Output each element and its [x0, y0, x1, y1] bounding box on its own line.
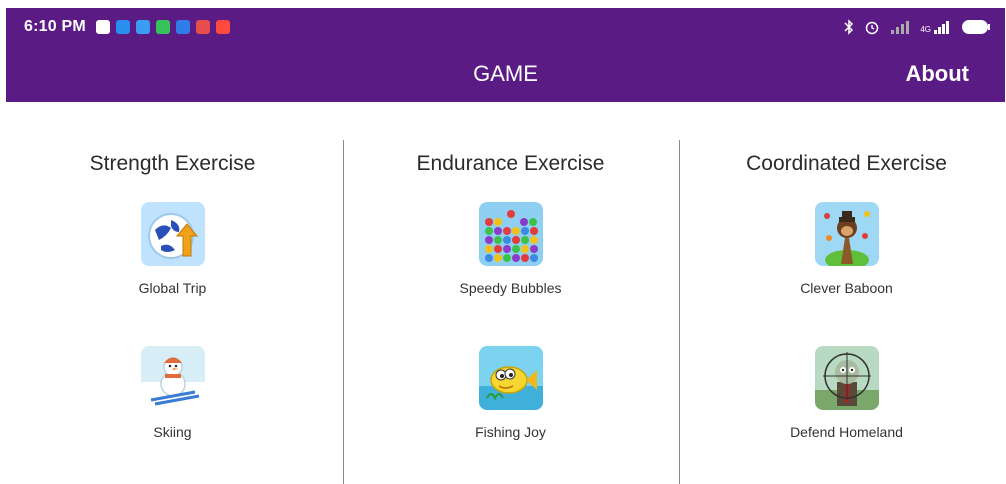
game-item-defend-homeland[interactable]: Defend Homeland — [680, 346, 1006, 440]
zombie-target-icon — [814, 346, 879, 410]
game-label: Defend Homeland — [790, 424, 903, 440]
about-button[interactable]: About — [905, 46, 969, 102]
bluetooth-icon — [844, 19, 854, 35]
message-icon — [95, 20, 110, 34]
chart-icon — [195, 20, 210, 34]
game-item-skiing[interactable]: Skiing — [6, 346, 339, 440]
tv-icon — [135, 20, 150, 34]
column-coordinated: Coordinated Exercise Clever Baboon Defen… — [680, 102, 1006, 484]
taobao-icon — [215, 20, 230, 34]
column-title: Endurance Exercise — [416, 152, 605, 175]
column-strength: Strength Exercise Global Trip Skiing — [6, 102, 339, 484]
game-item-fishing-joy[interactable]: Fishing Joy — [344, 346, 677, 440]
status-right-icons: 4G — [844, 19, 991, 35]
game-item-clever-baboon[interactable]: Clever Baboon — [680, 202, 1006, 296]
page-title: GAME — [473, 61, 538, 86]
bubbles-icon — [478, 202, 543, 266]
baboon-icon — [814, 202, 879, 266]
network-type: 4G — [920, 25, 931, 34]
translate-icon — [175, 20, 190, 34]
screen-top-margin — [0, 0, 1006, 8]
signal-4g-icon: 4G — [920, 20, 951, 34]
signal-icon — [891, 21, 910, 34]
status-time: 6:10 PM — [24, 18, 86, 35]
game-label: Fishing Joy — [475, 424, 546, 440]
game-label: Global Trip — [138, 280, 207, 296]
snowman-skier-icon — [140, 346, 205, 410]
globe-arrow-icon — [140, 202, 205, 266]
game-content: Strength Exercise Global Trip Skiing End… — [6, 102, 1005, 484]
map-pin-icon — [115, 20, 130, 34]
notification-icons — [95, 20, 230, 34]
game-label: Skiing — [153, 424, 192, 440]
alarm-icon — [866, 21, 879, 35]
fish-icon — [478, 346, 543, 410]
game-item-global-trip[interactable]: Global Trip — [6, 202, 339, 296]
game-item-speedy-bubbles[interactable]: Speedy Bubbles — [344, 202, 677, 296]
app-bar: GAME About — [6, 46, 1005, 102]
column-title: Coordinated Exercise — [746, 152, 947, 175]
game-label: Speedy Bubbles — [459, 280, 562, 296]
column-endurance: Endurance Exercise Speedy Bubbles Fishin… — [344, 102, 677, 484]
battery-icon — [962, 20, 990, 34]
column-title: Strength Exercise — [89, 152, 256, 175]
game-label: Clever Baboon — [800, 280, 893, 296]
status-bar: 6:10 PM 4G — [6, 8, 1005, 46]
wechat-icon — [155, 20, 170, 34]
